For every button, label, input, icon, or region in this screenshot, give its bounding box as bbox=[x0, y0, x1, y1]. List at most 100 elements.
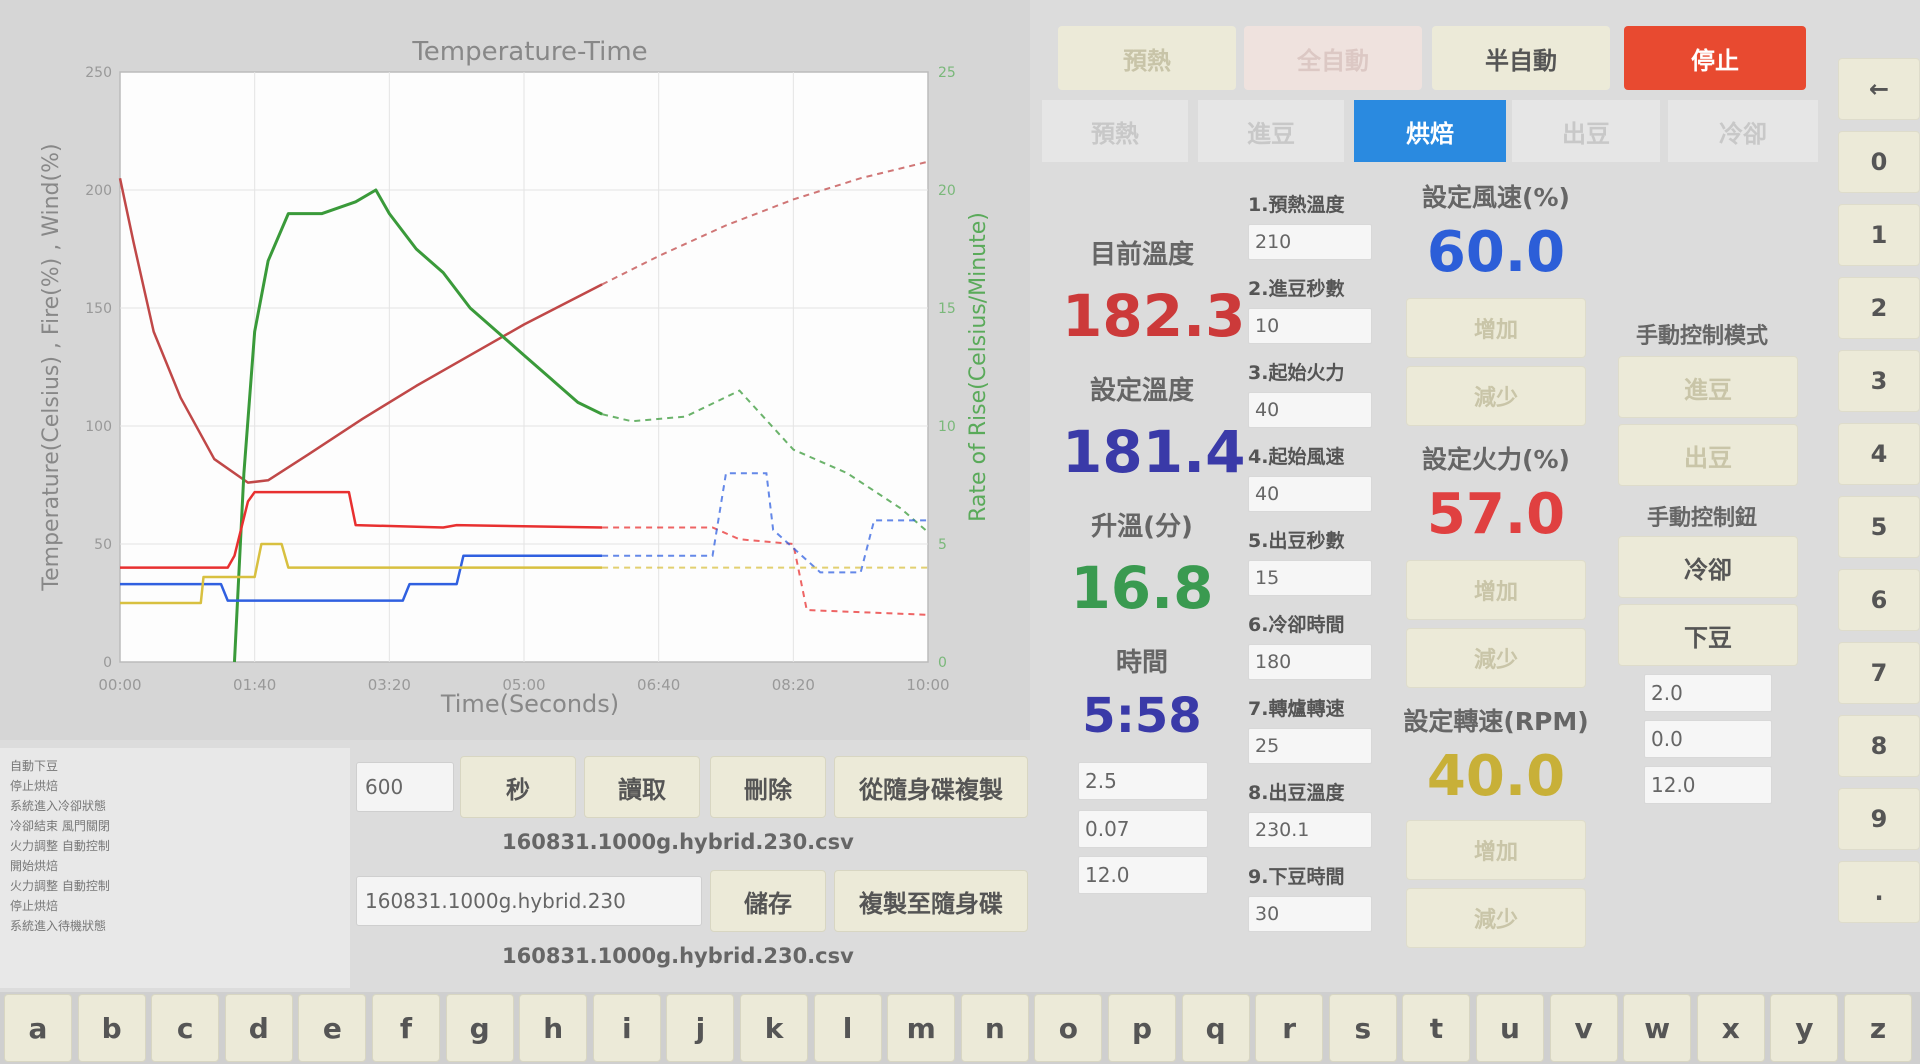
mode-semi-auto-button[interactable]: 半自動 bbox=[1432, 26, 1610, 90]
temperature-time-chart: Temperature-Time Time(Seconds) Temperatu… bbox=[39, 37, 991, 718]
fire-label: 設定火力(%) bbox=[1422, 445, 1570, 474]
save-filename-input[interactable]: 160831.1000g.hybrid.230 bbox=[356, 876, 702, 926]
numpad-key[interactable]: 4 bbox=[1838, 423, 1920, 485]
phase-cool-tab[interactable]: 冷卻 bbox=[1668, 100, 1818, 162]
event-log: 自動下豆 停止烘焙 系統進入冷卻狀態 冷卻結束 風門關閉 火力調整 自動控制 開始烘焙 火力… bbox=[0, 748, 350, 988]
x-tick-label: 00:00 bbox=[98, 676, 141, 694]
key-o[interactable]: o bbox=[1034, 994, 1103, 1062]
x-tick-label: 05:00 bbox=[502, 676, 545, 694]
key-d[interactable]: d bbox=[224, 994, 293, 1062]
backspace-key[interactable]: ← bbox=[1838, 58, 1920, 120]
key-y[interactable]: y bbox=[1770, 994, 1839, 1062]
extra-field-2[interactable]: 0.07 bbox=[1078, 810, 1208, 848]
key-e[interactable]: e bbox=[298, 994, 367, 1062]
numpad-key[interactable]: 9 bbox=[1838, 788, 1920, 850]
phase-roast-tab[interactable]: 烘焙 bbox=[1354, 100, 1506, 162]
fire-increase-button[interactable]: 增加 bbox=[1406, 560, 1586, 620]
key-z[interactable]: z bbox=[1844, 994, 1912, 1062]
key-a[interactable]: a bbox=[4, 994, 72, 1062]
key-g[interactable]: g bbox=[445, 994, 514, 1062]
extra-field-3[interactable]: 12.0 bbox=[1078, 856, 1208, 894]
time-value: 5:58 bbox=[1082, 688, 1202, 744]
time-label: 時間 bbox=[1115, 648, 1168, 678]
numpad-key[interactable]: 1 bbox=[1838, 204, 1920, 266]
param-label: 8.出豆溫度 bbox=[1248, 782, 1345, 804]
key-p[interactable]: p bbox=[1108, 994, 1176, 1062]
param-input[interactable]: 180 bbox=[1248, 644, 1372, 680]
extra-field-1[interactable]: 2.5 bbox=[1078, 762, 1208, 800]
numpad-key[interactable]: 6 bbox=[1838, 569, 1920, 631]
key-w[interactable]: w bbox=[1623, 994, 1692, 1062]
numpad-key[interactable]: 3 bbox=[1838, 350, 1920, 412]
key-x[interactable]: x bbox=[1696, 994, 1765, 1062]
save-button[interactable]: 儲存 bbox=[710, 870, 826, 932]
manual-field-1[interactable]: 2.0 bbox=[1644, 674, 1772, 712]
key-i[interactable]: i bbox=[592, 994, 661, 1062]
phase-charge-tab[interactable]: 進豆 bbox=[1198, 100, 1344, 162]
delete-button[interactable]: 刪除 bbox=[710, 756, 826, 818]
rpm-increase-button[interactable]: 增加 bbox=[1406, 820, 1586, 880]
fire-decrease-button[interactable]: 減少 bbox=[1406, 628, 1586, 688]
numpad-key[interactable]: 8 bbox=[1838, 715, 1920, 777]
key-k[interactable]: k bbox=[740, 994, 808, 1062]
param-label: 4.起始風速 bbox=[1248, 446, 1345, 468]
mode-full-auto-button[interactable]: 全自動 bbox=[1244, 26, 1422, 90]
numpad-key[interactable]: 5 bbox=[1838, 496, 1920, 558]
log-line: 系統進入冷卻狀態 bbox=[10, 799, 107, 813]
param-input[interactable]: 10 bbox=[1248, 308, 1372, 344]
key-f[interactable]: f bbox=[372, 994, 440, 1062]
y-tick-label: 50 bbox=[94, 537, 112, 553]
param-input[interactable]: 40 bbox=[1248, 476, 1372, 512]
param-input[interactable]: 210 bbox=[1248, 224, 1372, 260]
manual-field-2[interactable]: 0.0 bbox=[1644, 720, 1772, 758]
param-input[interactable]: 40 bbox=[1248, 392, 1372, 428]
manual-drop-button[interactable]: 下豆 bbox=[1618, 604, 1798, 666]
key-b[interactable]: b bbox=[77, 994, 146, 1062]
manual-field-3[interactable]: 12.0 bbox=[1644, 766, 1772, 804]
key-v[interactable]: v bbox=[1549, 994, 1618, 1062]
seconds-button[interactable]: 秒 bbox=[460, 756, 576, 818]
numpad-key[interactable]: 2 bbox=[1838, 277, 1920, 339]
key-q[interactable]: q bbox=[1181, 994, 1250, 1062]
key-h[interactable]: h bbox=[519, 994, 588, 1062]
rpm-decrease-button[interactable]: 減少 bbox=[1406, 888, 1586, 948]
copy-to-usb-button[interactable]: 複製至隨身碟 bbox=[834, 870, 1028, 932]
key-r[interactable]: r bbox=[1255, 994, 1324, 1062]
key-l[interactable]: l bbox=[813, 994, 882, 1062]
wind-decrease-button[interactable]: 減少 bbox=[1406, 366, 1586, 426]
phase-drop-tab[interactable]: 出豆 bbox=[1512, 100, 1660, 162]
log-line: 系統進入待機狀態 bbox=[10, 919, 107, 933]
numpad-key[interactable]: 7 bbox=[1838, 642, 1920, 704]
key-c[interactable]: c bbox=[151, 994, 220, 1062]
param-input[interactable]: 25 bbox=[1248, 728, 1372, 764]
manual-cool-button[interactable]: 冷卻 bbox=[1618, 536, 1798, 598]
wind-increase-button[interactable]: 增加 bbox=[1406, 298, 1586, 358]
mode-preheat-button[interactable]: 預熱 bbox=[1058, 26, 1236, 90]
manual-drop-beans-button[interactable]: 出豆 bbox=[1618, 424, 1798, 486]
right-tick-label: 10 bbox=[938, 419, 956, 435]
key-m[interactable]: m bbox=[887, 994, 956, 1062]
phase-preheat-tab[interactable]: 預熱 bbox=[1042, 100, 1188, 162]
key-s[interactable]: s bbox=[1328, 994, 1397, 1062]
param-input[interactable]: 230.1 bbox=[1248, 812, 1372, 848]
current-temp-value: 182.3 bbox=[1062, 282, 1246, 350]
key-j[interactable]: j bbox=[666, 994, 735, 1062]
param-label: 1.預熱溫度 bbox=[1248, 194, 1345, 216]
param-input[interactable]: 15 bbox=[1248, 560, 1372, 596]
y-tick-label: 150 bbox=[85, 301, 112, 317]
log-line: 停止烘焙 bbox=[10, 899, 59, 913]
log-line: 火力調整 自動控制 bbox=[10, 839, 110, 853]
x-tick-label: 10:00 bbox=[906, 676, 949, 694]
set-temp-label: 設定溫度 bbox=[1089, 376, 1194, 406]
key-n[interactable]: n bbox=[960, 994, 1029, 1062]
param-input[interactable]: 30 bbox=[1248, 896, 1372, 932]
stop-button[interactable]: 停止 bbox=[1624, 26, 1806, 90]
numpad-key[interactable]: 0 bbox=[1838, 131, 1920, 193]
seconds-input[interactable]: 600 bbox=[356, 762, 454, 812]
key-u[interactable]: u bbox=[1476, 994, 1544, 1062]
read-button[interactable]: 讀取 bbox=[584, 756, 700, 818]
numpad-key[interactable]: . bbox=[1838, 861, 1920, 923]
manual-charge-button[interactable]: 進豆 bbox=[1618, 356, 1798, 418]
copy-from-usb-button[interactable]: 從隨身碟複製 bbox=[834, 756, 1028, 818]
key-t[interactable]: t bbox=[1402, 994, 1471, 1062]
